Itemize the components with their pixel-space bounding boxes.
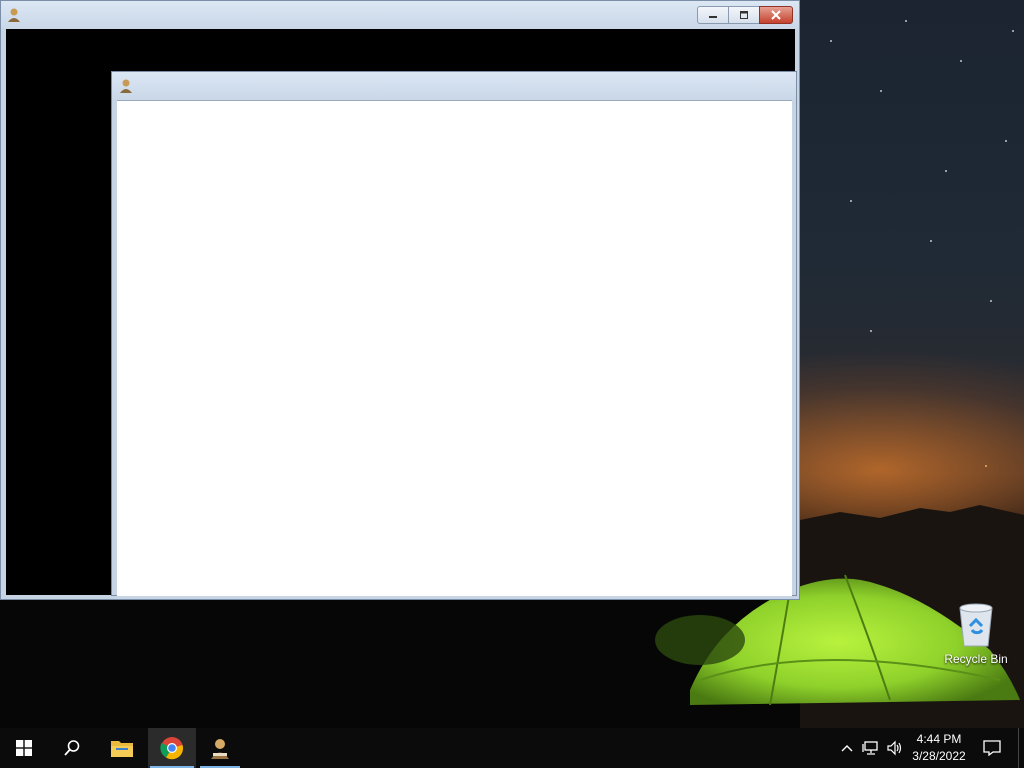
inner-window-titlebar[interactable]	[112, 72, 796, 100]
search-icon	[64, 740, 80, 756]
recycle-bin-label: Recycle Bin	[944, 652, 1008, 666]
clock-time: 4:44 PM	[916, 732, 962, 746]
start-button[interactable]	[0, 728, 48, 768]
windows-logo-icon	[16, 740, 32, 756]
action-center-icon	[983, 740, 1001, 756]
show-desktop-button[interactable]	[1018, 728, 1024, 768]
recycle-bin-icon	[959, 603, 993, 647]
network-icon	[862, 741, 878, 755]
chrome-icon	[160, 737, 184, 760]
inner-window-content[interactable]	[117, 100, 792, 596]
action-center-button[interactable]	[980, 728, 1004, 768]
taskbar-chrome[interactable]	[148, 728, 196, 768]
app-person-icon	[120, 79, 132, 93]
app-person-icon	[211, 739, 229, 759]
close-button[interactable]	[759, 6, 793, 24]
folder-icon	[111, 741, 133, 757]
outer-window-caption-buttons	[697, 6, 793, 24]
maximize-button[interactable]	[728, 6, 760, 24]
app-person-icon	[8, 8, 20, 22]
system-clock[interactable]: 4:44 PM 3/28/2022	[900, 728, 978, 768]
recycle-bin[interactable]: Recycle Bin	[940, 600, 1012, 672]
taskbar: 4:44 PM 3/28/2022	[0, 728, 1024, 768]
minimize-button[interactable]	[697, 6, 729, 24]
inner-window[interactable]	[111, 71, 797, 596]
search-button[interactable]	[48, 728, 96, 768]
close-icon	[771, 10, 781, 20]
maximize-icon	[740, 11, 748, 19]
taskbar-file-explorer[interactable]	[98, 728, 146, 768]
outer-window-titlebar[interactable]	[1, 1, 799, 29]
show-hidden-icons-button[interactable]	[838, 728, 856, 768]
network-button[interactable]	[860, 728, 882, 768]
taskbar-app[interactable]	[198, 728, 242, 768]
chevron-up-icon	[841, 745, 853, 752]
minimize-icon	[709, 16, 717, 18]
clock-date: 3/28/2022	[912, 749, 966, 763]
